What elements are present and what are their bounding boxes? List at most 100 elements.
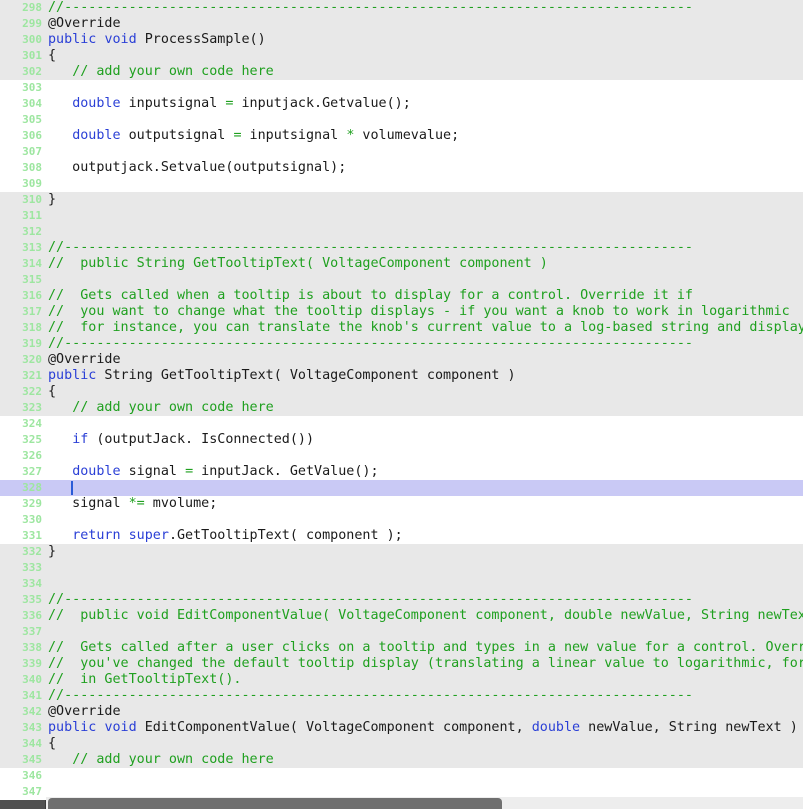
code-line[interactable]: 333 [0,560,803,576]
code-line[interactable]: 311 [0,208,803,224]
code-text: newValue, String newText ) [580,720,798,735]
line-number: 319 [22,337,42,350]
code-line[interactable]: 323 // add your own code here [0,400,803,416]
annotation-token: @Override [48,16,121,31]
code-line[interactable]: 318 // for instance, you can translate th… [0,320,803,336]
line-number: 345 [22,753,42,766]
code-line[interactable]: 320 @Override [0,352,803,368]
code-line[interactable]: 321 public String GetTooltipText( Voltage… [0,368,803,384]
code-line[interactable]: 301 { [0,48,803,64]
code-line[interactable]: 306 double outputsignal = inputsignal * … [0,128,803,144]
code-content: double inputsignal = inputjack.Getvalue(… [48,96,411,112]
code-line[interactable]: 344 { [0,736,803,752]
line-number: 332 [22,545,42,558]
code-line[interactable]: 314 // public String GetTooltipText( Volt… [0,256,803,272]
horizontal-scrollbar-thumb[interactable] [48,798,502,809]
code-line[interactable]: 326 [0,448,803,464]
code-text: signal [120,464,186,479]
code-line[interactable]: 310} [0,192,803,208]
line-number: 308 [22,161,42,174]
comment-token: //--------------------------------------… [48,336,693,351]
code-text: volumevalue; [354,128,460,143]
code-text: { [48,48,57,63]
line-number: 318 [22,321,42,334]
code-line[interactable]: 315 [0,272,803,288]
code-line[interactable]: 313 //-----------------------------------… [0,240,803,256]
line-number: 300 [22,33,42,46]
line-number: 310 [22,193,42,206]
line-number: 342 [22,705,42,718]
code-line[interactable]: 300 public void ProcessSample() [0,32,803,48]
code-content: @Override [48,704,121,720]
keyword-token: return [72,528,121,543]
code-line[interactable]: 309 [0,176,803,192]
line-number: 330 [22,513,42,526]
code-line[interactable]: 346 [0,768,803,784]
comment-token: // for instance, you can translate the k… [48,320,803,335]
code-line[interactable]: 335 //-----------------------------------… [0,592,803,608]
code-line[interactable]: 340 // in GetTooltipText(). [0,672,803,688]
code-content: { [48,384,56,400]
code-line[interactable]: 329 signal *= mvolume; [0,496,803,512]
code-line[interactable]: 317 // you want to change what the toolti… [0,304,803,320]
code-line[interactable]: 330 [0,512,803,528]
code-line[interactable]: 341 //-----------------------------------… [0,688,803,704]
line-number: 327 [22,465,42,478]
operator-token: = [185,464,194,479]
code-content: // public String GetTooltipText( Voltage… [48,256,548,272]
code-line[interactable]: 328 [0,480,803,496]
code-line[interactable]: 331 return super.GetTooltipText( compone… [0,528,803,544]
comment-token: //--------------------------------------… [48,688,693,703]
code-line[interactable]: 298 //-----------------------------------… [0,0,803,16]
code-line[interactable]: 338 // Gets called after a user clicks on… [0,640,803,656]
operator-token: = [233,128,242,143]
code-line[interactable]: 304 double inputsignal = inputjack.Getva… [0,96,803,112]
code-line[interactable]: 339 // you've changed the default tooltip… [0,656,803,672]
code-line[interactable]: 308 outputjack.Setvalue(outputsignal); [0,160,803,176]
comment-token: // in GetTooltipText(). [48,672,242,687]
code-content: //--------------------------------------… [48,688,693,704]
line-number: 331 [22,529,42,542]
code-line[interactable]: 334 [0,576,803,592]
line-number: 341 [22,689,42,702]
keyword-token: public [48,32,97,47]
code-content: // Gets called after a user clicks on a … [48,640,803,656]
comment-token: // add your own code here [72,752,274,767]
code-line[interactable]: 303 [0,80,803,96]
code-line[interactable]: 302 // add your own code here [0,64,803,80]
code-line[interactable]: 325 if (outputJack. IsConnected()) [0,432,803,448]
code-line[interactable]: 345 // add your own code here [0,752,803,768]
code-content: // in GetTooltipText(). [48,672,241,688]
code-line[interactable]: 299 @Override [0,16,803,32]
code-line[interactable]: 319 //-----------------------------------… [0,336,803,352]
code-line[interactable]: 312 [0,224,803,240]
line-number: 339 [22,657,42,670]
comment-token: // public void EditComponentValue( Volta… [48,608,803,623]
code-line[interactable]: 305 [0,112,803,128]
code-content: if (outputJack. IsConnected()) [48,432,314,448]
line-number: 313 [22,241,42,254]
code-content: // Gets called when a tooltip is about t… [48,288,693,304]
code-line[interactable]: 337 [0,624,803,640]
code-text: outputjack.Setvalue(outputsignal); [48,160,347,175]
code-line[interactable]: 332} [0,544,803,560]
code-line[interactable]: 343 public void EditComponentValue( Volta… [0,720,803,736]
code-line[interactable]: 336 // public void EditComponentValue( Vo… [0,608,803,624]
keyword-token: double [72,96,121,111]
code-line[interactable]: 327 double signal = inputJack. GetValue(… [0,464,803,480]
line-number: 311 [22,209,42,222]
code-line[interactable]: 322 { [0,384,803,400]
line-number: 304 [22,97,42,110]
code-content: //--------------------------------------… [48,336,693,352]
code-line[interactable]: 316 // Gets called when a tooltip is abou… [0,288,803,304]
code-line[interactable]: 342 @Override [0,704,803,720]
code-line[interactable]: 324 [0,416,803,432]
code-line[interactable]: 307 [0,144,803,160]
line-number: 306 [22,129,42,142]
code-content: //--------------------------------------… [48,240,693,256]
